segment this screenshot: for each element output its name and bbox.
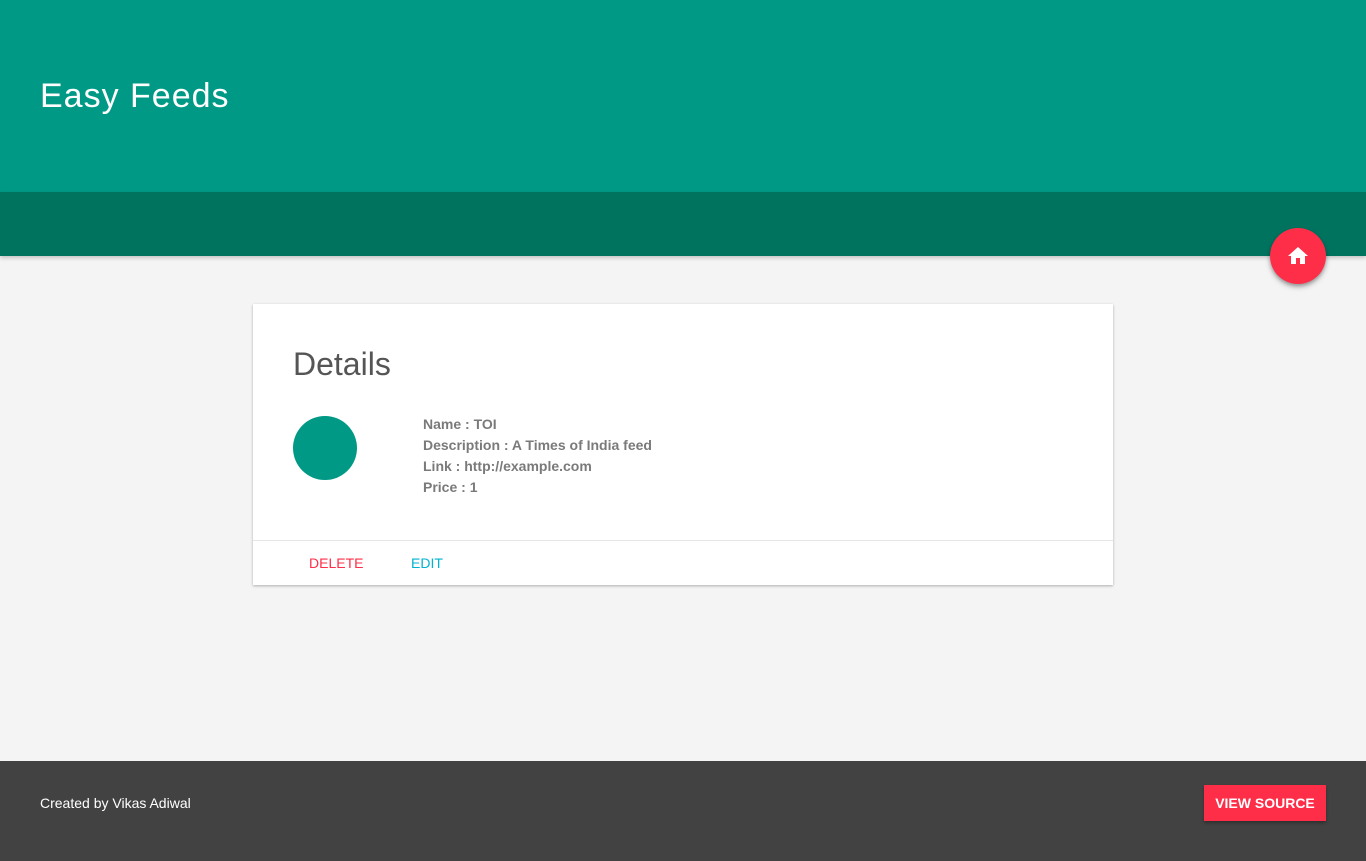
detail-price: Price : 1 [423,479,478,495]
app-header: Easy Feeds [0,0,1366,192]
details-card: Details Name : TOI Description : A Times… [253,304,1113,585]
view-source-button[interactable]: VIEW SOURCE [1204,785,1326,821]
app-title: Easy Feeds [40,77,230,115]
footer-credit: Created by Vikas Adiwal [40,795,191,811]
detail-name: Name : TOI [423,416,497,432]
delete-button[interactable]: DELETE [309,555,363,571]
home-button[interactable] [1270,228,1326,284]
detail-link: Link : http://example.com [423,458,592,474]
edit-button[interactable]: EDIT [411,555,443,571]
home-icon [1288,247,1308,264]
header-extension-bar [0,192,1366,256]
card-actions: DELETE EDIT [253,540,1113,585]
feed-avatar [293,416,357,480]
card-title: Details [293,346,391,382]
feed-details: Name : TOI Description : A Times of Indi… [423,414,652,498]
detail-description: Description : A Times of India feed [423,437,652,453]
page-footer: Created by Vikas Adiwal VIEW SOURCE [0,761,1366,861]
